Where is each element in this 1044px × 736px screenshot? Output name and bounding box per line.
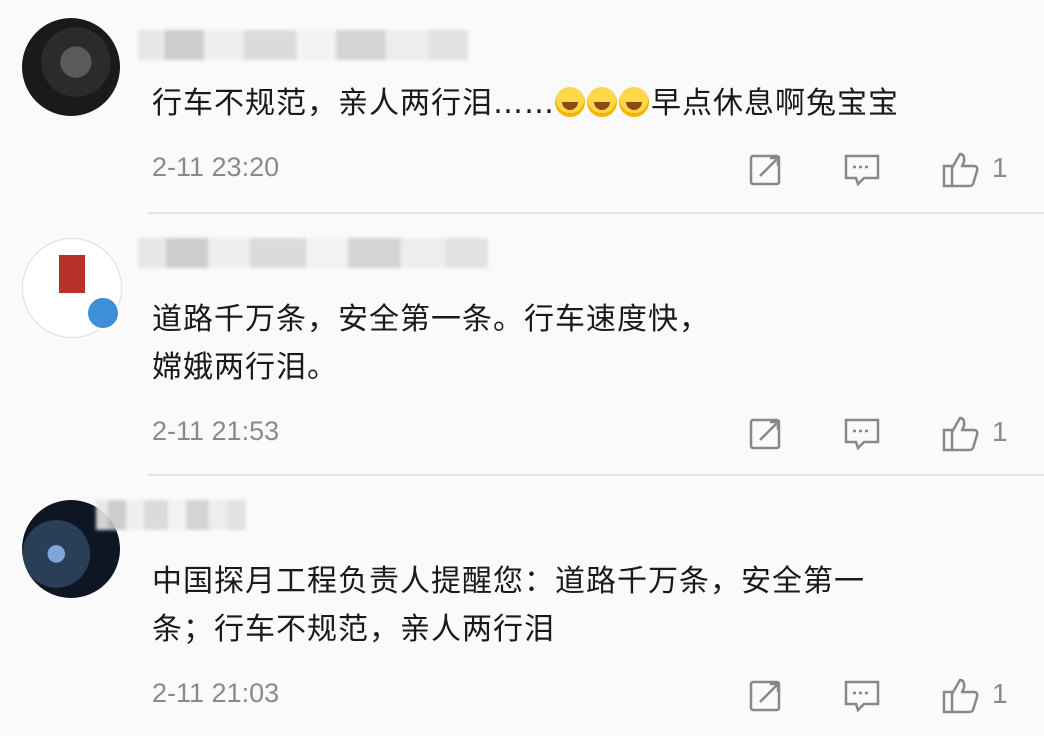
comment-text-part: 早点休息啊兔宝宝 bbox=[651, 86, 899, 121]
share-button[interactable] bbox=[746, 150, 786, 190]
avatar[interactable] bbox=[22, 18, 120, 116]
laughing-crying-emoji-icon bbox=[619, 87, 649, 117]
share-button[interactable] bbox=[746, 676, 786, 716]
seal-logo bbox=[59, 255, 85, 293]
thumbs-up-icon bbox=[942, 416, 979, 452]
comment-text: 行车不规范，亲人两行泪…… 早点休息啊兔宝宝 bbox=[152, 80, 1004, 128]
laughing-crying-emoji-icon bbox=[555, 87, 585, 117]
share-icon bbox=[749, 154, 781, 186]
comment-text-part: 行车不规范，亲人两行泪…… bbox=[152, 86, 555, 121]
comment-time: 2-11 23:20 bbox=[152, 152, 280, 182]
comment-text: 道路千万条，安全第一条。行车速度快， 嫦娥两行泪。 bbox=[152, 296, 1004, 392]
comment-time: 2-11 21:03 bbox=[152, 678, 280, 708]
reply-icon bbox=[844, 680, 880, 713]
like-button[interactable] bbox=[940, 676, 980, 716]
thumbs-up-icon bbox=[942, 678, 979, 714]
share-icon bbox=[749, 418, 781, 450]
username-redacted bbox=[138, 238, 488, 268]
like-count: 1 bbox=[992, 416, 1008, 447]
username-redacted bbox=[96, 500, 246, 530]
comment-item: 中国探月工程负责人提醒您：道路千万条，安全第一 条；行车不规范，亲人两行泪 2-… bbox=[0, 476, 1044, 736]
reply-icon bbox=[844, 154, 880, 187]
laughing-crying-emoji-icon bbox=[587, 87, 617, 117]
comment-text-line: 道路千万条，安全第一条。行车速度快， bbox=[152, 302, 710, 337]
like-button[interactable] bbox=[940, 150, 980, 190]
comment-text-line: 嫦娥两行泪。 bbox=[152, 350, 338, 385]
share-icon bbox=[749, 680, 781, 712]
comment-text-line: 中国探月工程负责人提醒您：道路千万条，安全第一 bbox=[152, 564, 865, 599]
reply-icon bbox=[844, 418, 880, 451]
like-button[interactable] bbox=[940, 414, 980, 454]
comment-item: 道路千万条，安全第一条。行车速度快， 嫦娥两行泪。 2-11 21:53 1 bbox=[0, 214, 1044, 474]
reply-button[interactable] bbox=[842, 150, 882, 190]
comment-item: 行车不规范，亲人两行泪…… 早点休息啊兔宝宝 2-11 23:20 1 bbox=[0, 0, 1044, 212]
like-count: 1 bbox=[992, 152, 1008, 183]
comment-text-line: 条；行车不规范，亲人两行泪 bbox=[152, 612, 555, 647]
reply-button[interactable] bbox=[842, 676, 882, 716]
comment-time: 2-11 21:53 bbox=[152, 416, 280, 446]
username-redacted bbox=[138, 30, 468, 60]
reply-button[interactable] bbox=[842, 414, 882, 454]
share-button[interactable] bbox=[746, 414, 786, 454]
comment-text: 中国探月工程负责人提醒您：道路千万条，安全第一 条；行车不规范，亲人两行泪 bbox=[152, 558, 1004, 654]
verified-badge-icon bbox=[86, 296, 120, 330]
like-count: 1 bbox=[992, 678, 1008, 709]
thumbs-up-icon bbox=[942, 152, 979, 188]
